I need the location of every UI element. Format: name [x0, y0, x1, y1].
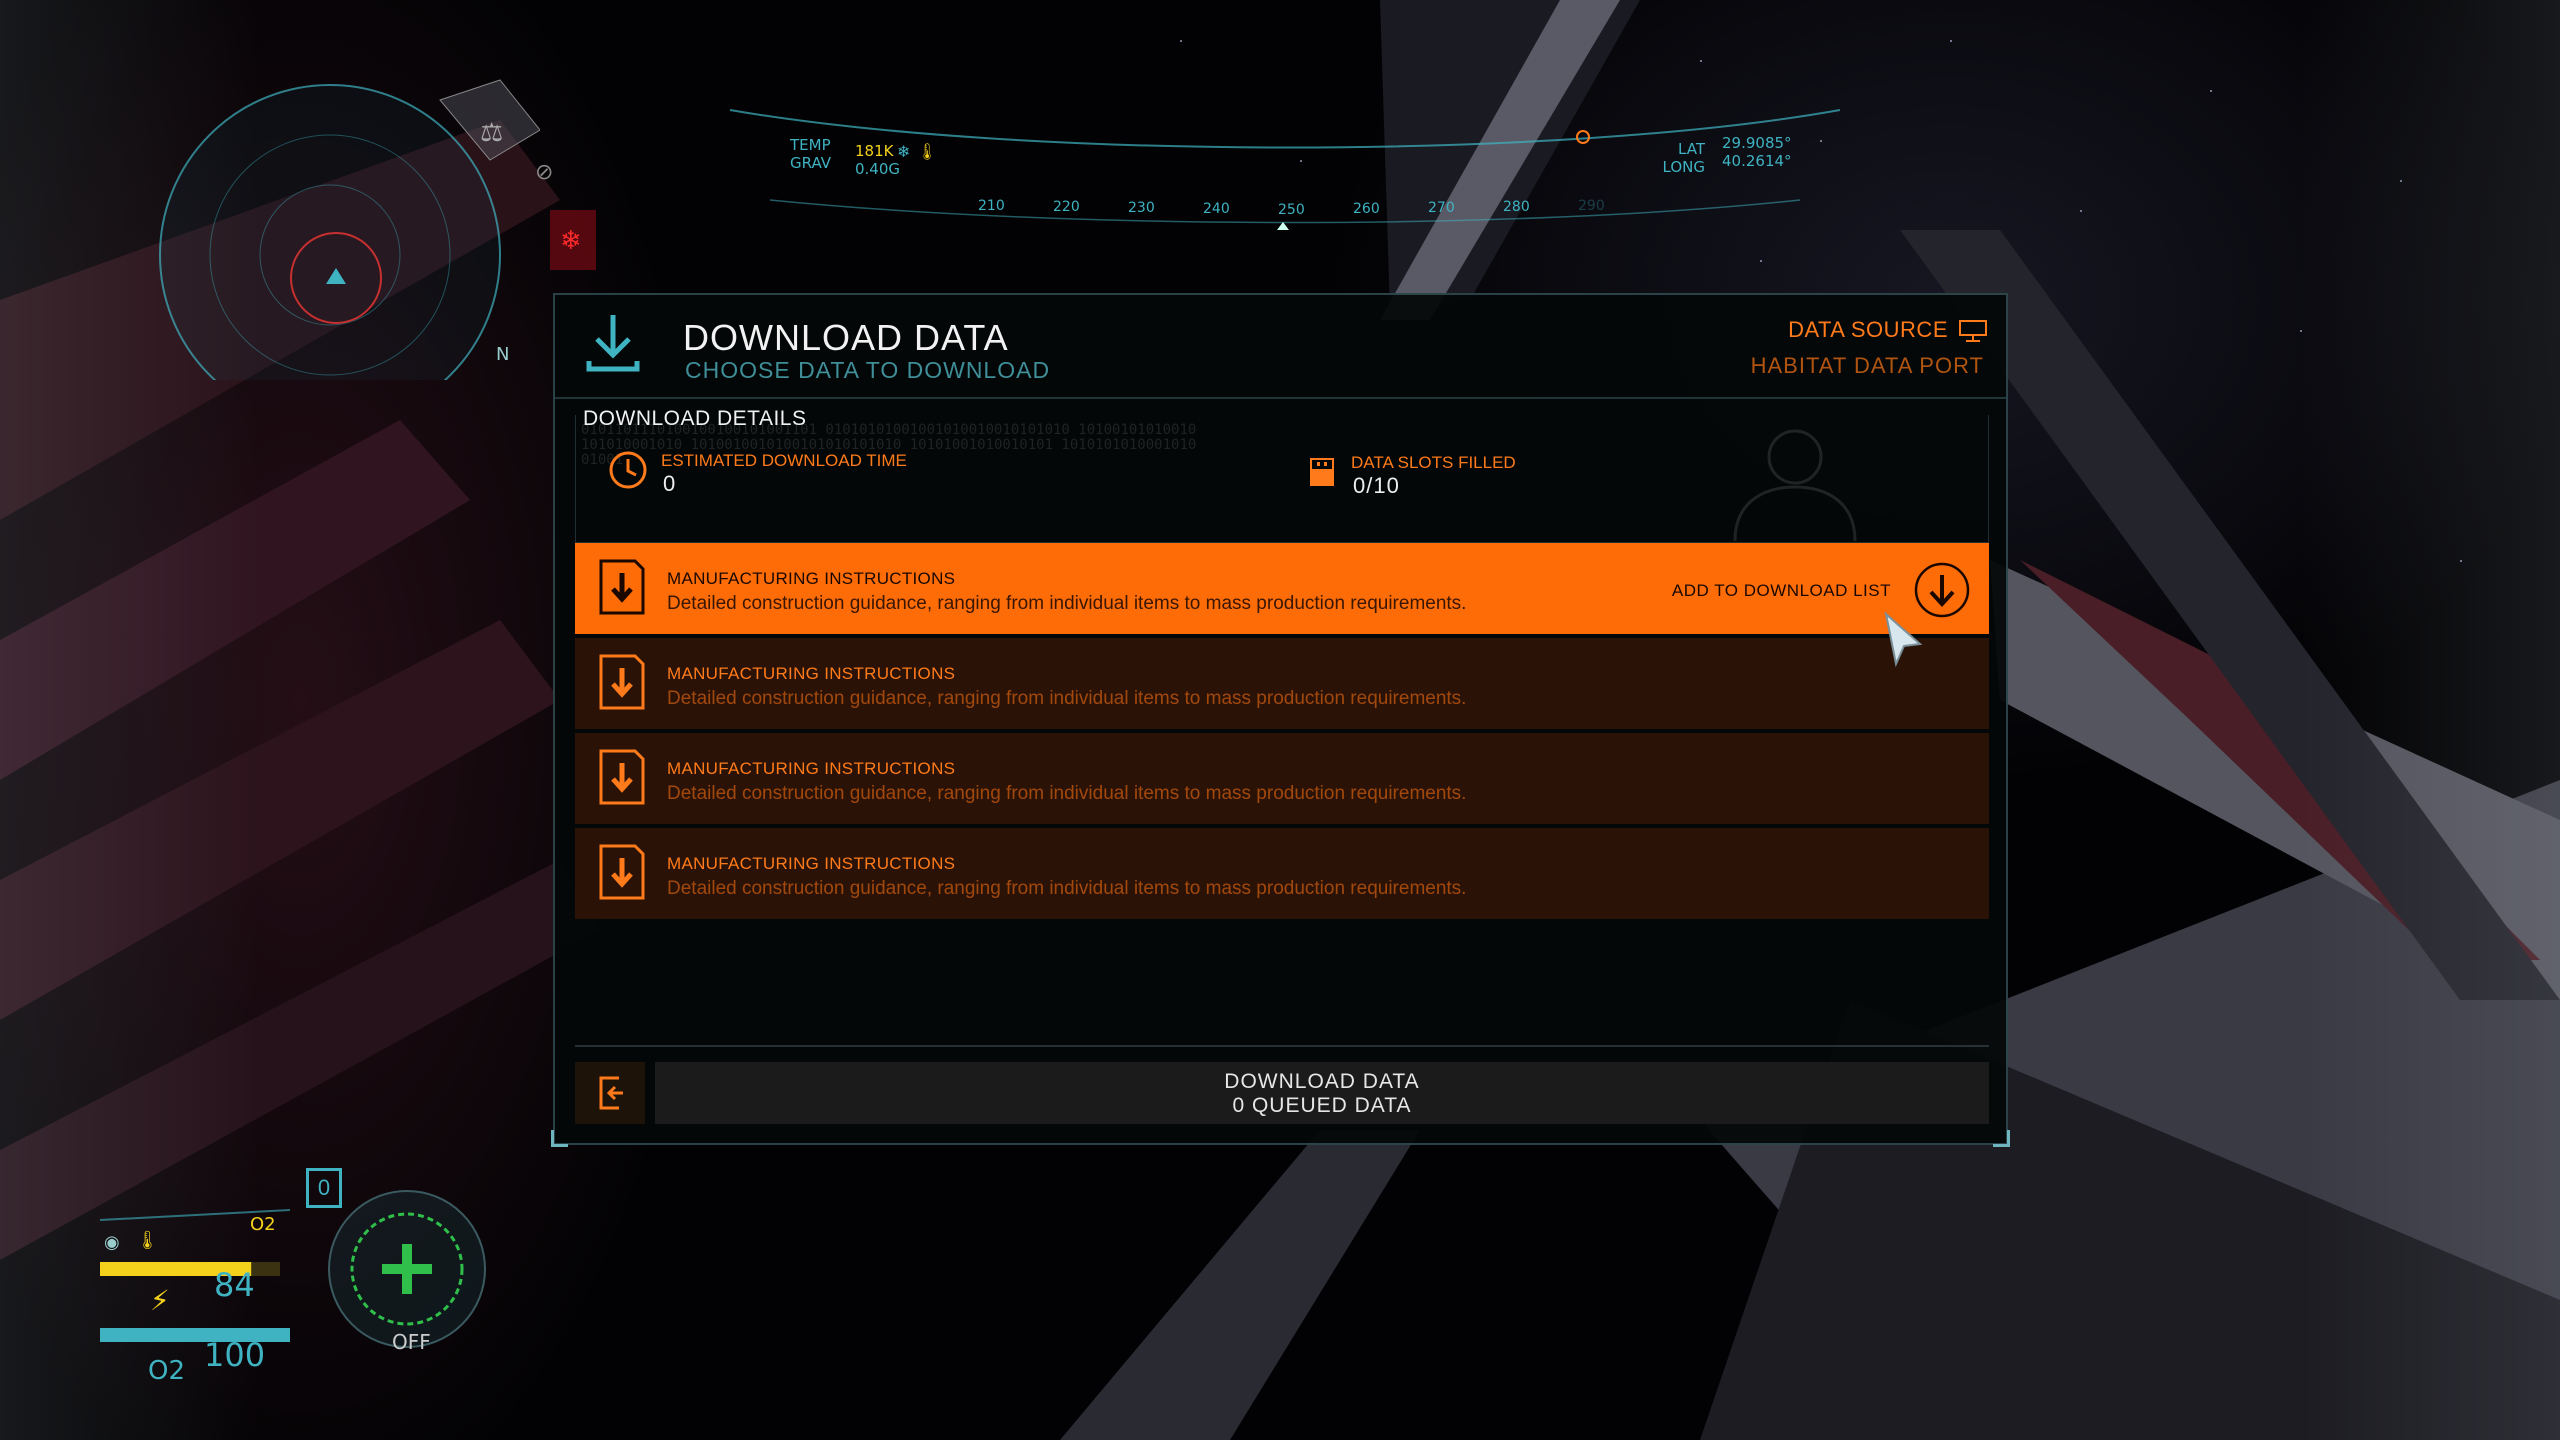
add-to-download-label: ADD TO DOWNLOAD LIST [1671, 581, 1891, 600]
radar-north-label: N [496, 344, 510, 365]
oxygen-value: 100 [204, 1336, 266, 1374]
mouse-cursor [1884, 612, 1923, 668]
item-title: MANUFACTURING INSTRUCTIONS [667, 854, 956, 873]
snowflake-icon: ❄ [560, 226, 582, 256]
estimated-time-label: ESTIMATED DOWNLOAD TIME [661, 451, 907, 470]
data-file-icon [599, 844, 645, 900]
radar [159, 79, 540, 380]
compass-tick-label: 220 [1053, 199, 1080, 215]
lat-label: LAT [1678, 140, 1705, 158]
page-subtitle: CHOOSE DATA TO DOWNLOAD [685, 357, 1051, 383]
temp-label: TEMP [790, 136, 831, 154]
item-description: Detailed construction guidance, ranging … [667, 783, 1467, 804]
tool-state: OFF [392, 1330, 431, 1354]
page-title: DOWNLOAD DATA [683, 317, 1009, 358]
astronaut-silhouette [1733, 429, 1857, 541]
temperature-icon: 🌡 [917, 142, 938, 161]
compass-tick-label: 290 [1578, 198, 1605, 214]
temp-grav-labels: TEMP GRAV [790, 136, 831, 172]
data-item-row[interactable]: MANUFACTURING INSTRUCTIONS Detailed const… [575, 828, 1989, 919]
data-item-row[interactable]: MANUFACTURING INSTRUCTIONS Detailed const… [575, 733, 1989, 824]
queued-data-count: 0 QUEUED DATA [1232, 1094, 1412, 1117]
scales-icon: ⚖ [480, 118, 504, 148]
temperature-icon: 🌡 [136, 1230, 159, 1251]
cold-icon: ❄ [897, 142, 911, 161]
tool-dial [328, 1190, 486, 1348]
download-icon [586, 315, 640, 372]
download-data-button[interactable]: DOWNLOAD DATA 0 QUEUED DATA [655, 1062, 1989, 1124]
compass-tick-label: 280 [1503, 199, 1530, 215]
data-slots-label: DATA SLOTS FILLED [1351, 453, 1516, 472]
lat-long-labels: LAT LONG [1655, 140, 1705, 176]
data-file-icon [599, 654, 645, 710]
compass-tick-label: 230 [1128, 200, 1155, 216]
data-port-icon [1959, 320, 1987, 342]
grav-label: GRAV [790, 154, 832, 172]
panel-header: DOWNLOAD DATA CHOOSE DATA TO DOWNLOAD DA… [555, 295, 2006, 399]
grav-value: 0.40G [855, 160, 901, 178]
data-file-icon [599, 749, 645, 805]
compass-bar [729, 109, 1841, 230]
o2-label: O2 [148, 1356, 186, 1386]
compass-tick-label: 250 [1278, 202, 1305, 218]
health-value: 84 [214, 1266, 255, 1304]
compass-tick-label: 240 [1203, 201, 1230, 217]
compass-tick-label: 270 [1428, 200, 1455, 216]
item-description: Detailed construction guidance, ranging … [667, 688, 1467, 709]
blocked-icon: ⊘ [535, 160, 554, 185]
item-title: MANUFACTURING INSTRUCTIONS [667, 759, 956, 778]
energy-icon: ⚡ [150, 1284, 170, 1317]
data-item-row[interactable]: MANUFACTURING INSTRUCTIONS Detailed const… [575, 543, 1989, 634]
data-slots-value: 0/10 [1353, 473, 1400, 498]
item-description: Detailed construction guidance, ranging … [667, 878, 1467, 899]
clock-icon [609, 451, 647, 489]
o2-small-label: O2 [250, 1214, 276, 1235]
item-title: MANUFACTURING INSTRUCTIONS [667, 664, 956, 683]
data-slot-icon [1310, 458, 1334, 486]
add-to-download-button[interactable] [1913, 561, 1971, 619]
exit-button[interactable] [575, 1062, 645, 1124]
panel-corner [551, 1130, 568, 1147]
item-description: Detailed construction guidance, ranging … [667, 593, 1467, 614]
cold-warning-indicator: ❄ [550, 210, 596, 270]
lat-long-values: 29.9085° 40.2614° [1722, 134, 1792, 170]
long-label: LONG [1662, 158, 1705, 176]
panel-corner [1993, 1130, 2010, 1147]
data-item-list: MANUFACTURING INSTRUCTIONS Detailed const… [575, 543, 1989, 923]
data-source-label: DATA SOURCE [1788, 317, 1948, 342]
download-data-panel: DOWNLOAD DATA CHOOSE DATA TO DOWNLOAD DA… [551, 293, 2010, 1147]
item-title: MANUFACTURING INSTRUCTIONS [667, 569, 956, 588]
eye-icon: ◉ [104, 1232, 120, 1253]
temp-value: 181K [855, 142, 894, 160]
download-details-heading: DOWNLOAD DETAILS [583, 407, 807, 430]
data-file-icon [599, 559, 645, 615]
estimated-time-value: 0 [663, 471, 676, 496]
edge-glow-right [2300, 0, 2560, 1440]
download-button-label: DOWNLOAD DATA [1224, 1070, 1420, 1093]
lat-value: 29.9085° [1722, 134, 1792, 152]
compass-tick-label: 260 [1353, 201, 1380, 217]
exit-icon [599, 1076, 623, 1110]
compass-tick-label: 210 [978, 198, 1005, 214]
data-item-row[interactable]: MANUFACTURING INSTRUCTIONS Detailed const… [575, 638, 1989, 729]
divider [575, 1045, 1989, 1047]
long-value: 40.2614° [1722, 152, 1792, 170]
temp-grav-values: 181K 0.40G [855, 142, 900, 178]
data-source-value: HABITAT DATA PORT [1750, 353, 1984, 378]
